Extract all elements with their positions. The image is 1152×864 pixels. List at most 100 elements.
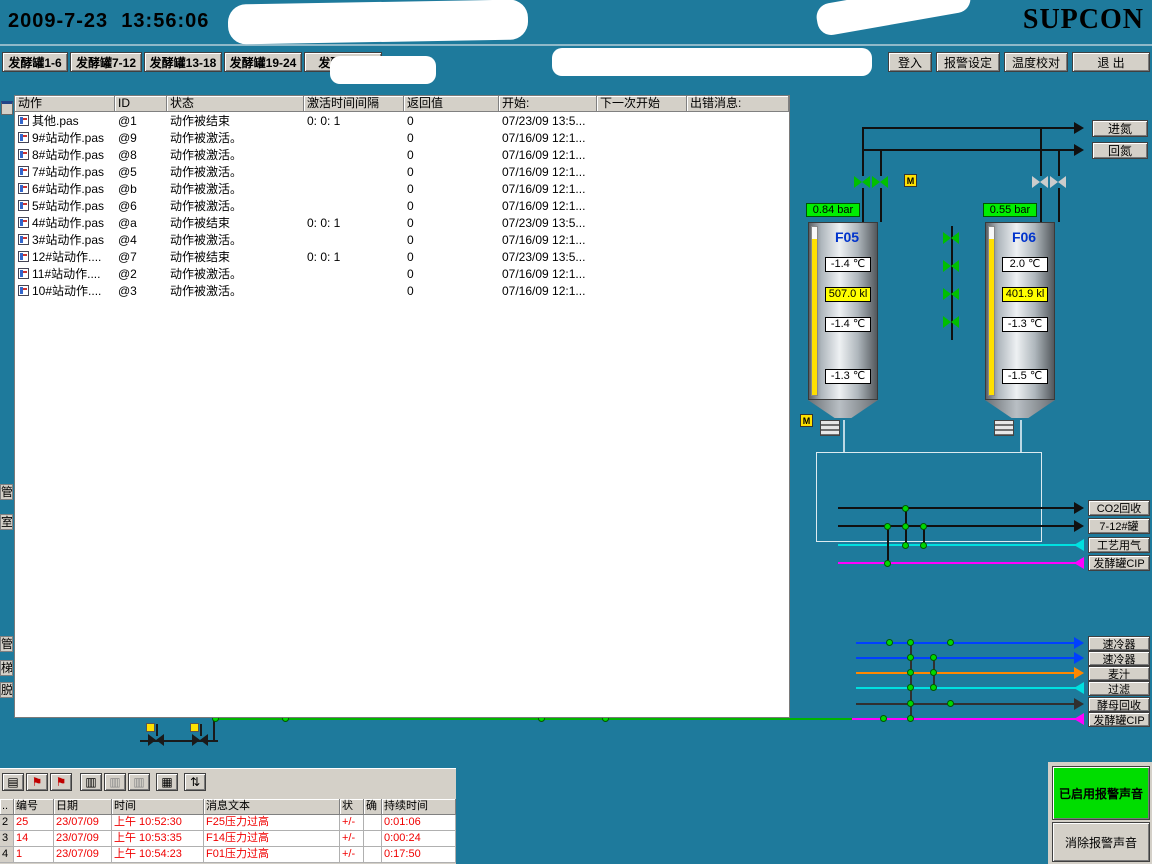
column-header-time[interactable]: 时间 bbox=[112, 799, 204, 815]
nitrogen-in-button[interactable]: 进氮 bbox=[1092, 120, 1148, 137]
action-row[interactable]: 10#站动作.... @3 动作被激活。 0 07/16/09 12:1... bbox=[15, 282, 789, 299]
valve-indicator[interactable] bbox=[907, 639, 914, 646]
valve[interactable] bbox=[854, 176, 870, 188]
valve-indicator[interactable] bbox=[930, 654, 937, 661]
alarm-flag-icon[interactable]: ⚑ bbox=[26, 773, 48, 791]
column-header-message[interactable]: 消息文本 bbox=[204, 799, 340, 815]
exit-button[interactable]: 退 出 bbox=[1072, 52, 1150, 72]
valve-indicator[interactable] bbox=[884, 560, 891, 567]
column-header-ack[interactable]: 确 bbox=[364, 799, 382, 815]
nitrogen-out-button[interactable]: 回氮 bbox=[1092, 142, 1148, 159]
valve-indicator[interactable] bbox=[886, 639, 893, 646]
column-header-next[interactable]: 下一次开始 bbox=[597, 96, 687, 112]
alarm-setup-button[interactable]: 报警设定 bbox=[936, 52, 1000, 72]
alarm-list-icon-2[interactable]: ▥ bbox=[128, 773, 150, 791]
flow-arrow-right bbox=[1074, 698, 1084, 710]
left-edge-label[interactable]: 室 bbox=[0, 514, 13, 530]
column-header-number[interactable]: 编号 bbox=[14, 799, 54, 815]
left-edge-label[interactable]: 脱 bbox=[0, 682, 13, 698]
valve[interactable] bbox=[192, 734, 208, 746]
column-header-state[interactable]: 状 bbox=[340, 799, 364, 815]
pipe-btn-co2-recovery[interactable]: CO2回收 bbox=[1088, 500, 1150, 516]
alarm-grid-icon[interactable]: ▦ bbox=[156, 773, 178, 791]
alarm-log-icon[interactable]: ▤ bbox=[2, 773, 24, 791]
tab-fermenter-13-18[interactable]: 发酵罐13-18 bbox=[144, 52, 222, 72]
valve-indicator[interactable] bbox=[884, 523, 891, 530]
valve-indicator[interactable] bbox=[902, 505, 909, 512]
column-header-start[interactable]: 开始: bbox=[499, 96, 597, 112]
left-edge-label[interactable]: 梯 bbox=[0, 660, 13, 676]
valve-indicator[interactable] bbox=[907, 684, 914, 691]
motor-valve[interactable]: M bbox=[800, 414, 813, 427]
tab-fermenter-19-24[interactable]: 发酵罐19-24 bbox=[224, 52, 302, 72]
action-row[interactable]: 12#站动作.... @7 动作被结束 0: 0: 1 0 07/23/09 13:5..… bbox=[15, 248, 789, 265]
column-header-id[interactable]: ID bbox=[115, 96, 167, 112]
valve-indicator[interactable] bbox=[907, 654, 914, 661]
pipe-btn-chiller-1[interactable]: 速冷器 bbox=[1088, 636, 1150, 651]
tab-fermenter-7-12[interactable]: 发酵罐7-12 bbox=[70, 52, 142, 72]
column-header-status[interactable]: 状态 bbox=[167, 96, 304, 112]
alarm-row[interactable]: 3 14 23/07/09 上午 10:53:35 F14压力过高 +/- 0:00:24 bbox=[0, 831, 456, 847]
column-header-interval[interactable]: 激活时间间隔 bbox=[304, 96, 404, 112]
alarm-list-icon[interactable]: ▥ bbox=[104, 773, 126, 791]
action-row[interactable]: 11#站动作.... @2 动作被激活。 0 07/16/09 12:1... bbox=[15, 265, 789, 282]
column-header-return[interactable]: 返回值 bbox=[404, 96, 499, 112]
left-edge-label[interactable]: 管 bbox=[0, 484, 13, 500]
valve[interactable] bbox=[943, 316, 959, 328]
valve-indicator[interactable] bbox=[930, 684, 937, 691]
tab-fermenter-1-6[interactable]: 发酵罐1-6 bbox=[2, 52, 68, 72]
valve-indicator[interactable] bbox=[907, 669, 914, 676]
alarm-row[interactable]: 4 1 23/07/09 上午 10:54:23 F01压力过高 +/- 0:17:50 bbox=[0, 847, 456, 863]
valve-indicator[interactable] bbox=[920, 542, 927, 549]
pipe-btn-cip-mid[interactable]: 发酵罐CIP bbox=[1088, 555, 1150, 571]
action-row[interactable]: 5#站动作.pas @6 动作被激活。 0 07/16/09 12:1... bbox=[15, 197, 789, 214]
valve[interactable] bbox=[148, 734, 164, 746]
left-edge-label[interactable]: 管 bbox=[0, 636, 13, 652]
alarm-sound-on-button[interactable]: 已启用报警声音 bbox=[1052, 766, 1150, 820]
pipe-btn-filter[interactable]: 过滤 bbox=[1088, 681, 1150, 696]
action-row[interactable]: 6#站动作.pas @b 动作被激活。 0 07/16/09 12:1... bbox=[15, 180, 789, 197]
valve-indicator[interactable] bbox=[920, 523, 927, 530]
login-button[interactable]: 登入 bbox=[888, 52, 932, 72]
valve-indicator[interactable] bbox=[947, 700, 954, 707]
valve-indicator[interactable] bbox=[930, 669, 937, 676]
column-header-sel[interactable]: .. bbox=[0, 799, 14, 815]
action-row[interactable]: 9#站动作.pas @9 动作被激活。 0 07/16/09 12:1... bbox=[15, 129, 789, 146]
pipe-btn-process-gas[interactable]: 工艺用气 bbox=[1088, 537, 1150, 553]
valve-indicator[interactable] bbox=[907, 700, 914, 707]
alarm-page-icon[interactable]: ▥ bbox=[80, 773, 102, 791]
alarm-sort-icon[interactable]: ⇅ bbox=[184, 773, 206, 791]
action-row[interactable]: 8#站动作.pas @8 动作被激活。 0 07/16/09 12:1... bbox=[15, 146, 789, 163]
action-row[interactable]: 3#站动作.pas @4 动作被激活。 0 07/16/09 12:1... bbox=[15, 231, 789, 248]
temp-calib-button[interactable]: 温度校对 bbox=[1004, 52, 1068, 72]
valve-indicator[interactable] bbox=[902, 523, 909, 530]
column-header-error[interactable]: 出错消息: bbox=[687, 96, 789, 112]
alarm-flag-icon-2[interactable]: ⚑ bbox=[50, 773, 72, 791]
pipe-btn-cip-bottom[interactable]: 发酵罐CIP bbox=[1088, 712, 1150, 727]
valve-indicator[interactable] bbox=[902, 542, 909, 549]
action-row[interactable]: 其他.pas @1 动作被结束 0: 0: 1 0 07/23/09 13:5... bbox=[15, 112, 789, 129]
pipe-btn-yeast-recovery[interactable]: 酵母回收 bbox=[1088, 697, 1150, 712]
valve[interactable] bbox=[872, 176, 888, 188]
column-header-action[interactable]: 动作 bbox=[15, 96, 115, 112]
alarm-mute-button[interactable]: 消除报警声音 bbox=[1052, 822, 1150, 862]
tank-f05[interactable]: F05 -1.4 ℃ 507.0 kl -1.4 ℃ -1.3 ℃ bbox=[808, 222, 878, 418]
motor-valve[interactable]: M bbox=[904, 174, 917, 187]
valve[interactable] bbox=[943, 260, 959, 272]
valve-indicator[interactable] bbox=[947, 639, 954, 646]
action-row[interactable]: 7#站动作.pas @5 动作被激活。 0 07/16/09 12:1... bbox=[15, 163, 789, 180]
valve-indicator[interactable] bbox=[880, 715, 887, 722]
pipe-btn-wort[interactable]: 麦汁 bbox=[1088, 666, 1150, 681]
valve-indicator[interactable] bbox=[907, 715, 914, 722]
action-row[interactable]: 4#站动作.pas @a 动作被结束 0: 0: 1 0 07/23/09 13:5... bbox=[15, 214, 789, 231]
pipe-btn-7-12-tanks[interactable]: 7-12#罐 bbox=[1088, 518, 1150, 534]
valve[interactable] bbox=[943, 232, 959, 244]
valve[interactable] bbox=[1032, 176, 1048, 188]
valve[interactable] bbox=[943, 288, 959, 300]
pipe-btn-chiller-2[interactable]: 速冷器 bbox=[1088, 651, 1150, 666]
valve[interactable] bbox=[1050, 176, 1066, 188]
tank-f06[interactable]: F06 2.0 ℃ 401.9 kl -1.3 ℃ -1.5 ℃ bbox=[985, 222, 1055, 418]
alarm-row[interactable]: 2 25 23/07/09 上午 10:52:30 F25压力过高 +/- 0:01:06 bbox=[0, 815, 456, 831]
column-header-date[interactable]: 日期 bbox=[54, 799, 112, 815]
column-header-duration[interactable]: 持续时间 bbox=[382, 799, 456, 815]
